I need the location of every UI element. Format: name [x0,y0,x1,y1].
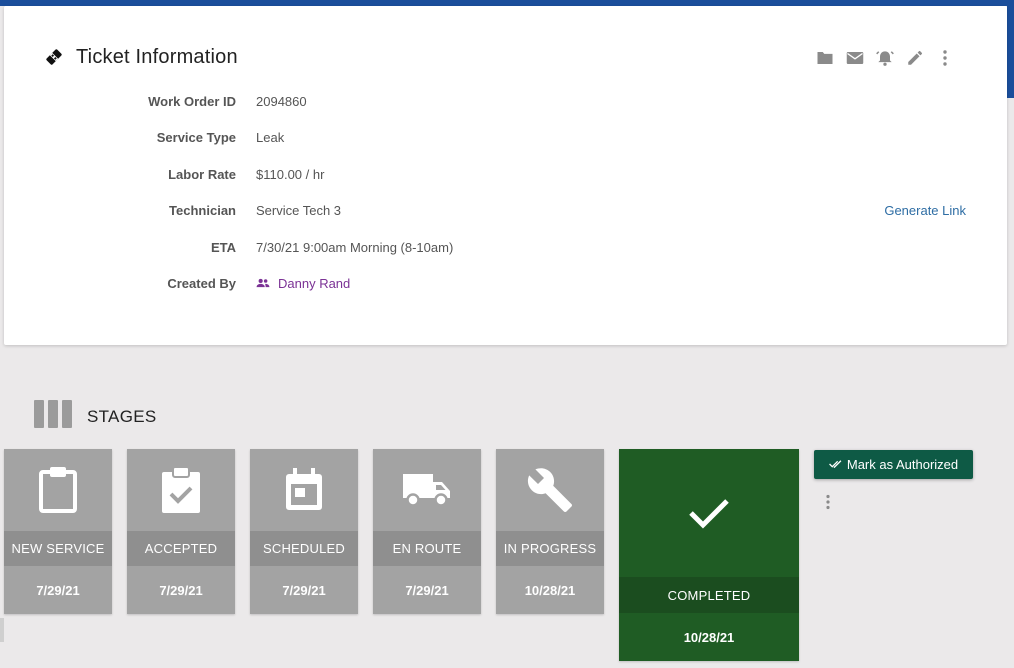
created-by-row: Created By Danny Rand [4,276,1007,296]
authorize-label: Mark as Authorized [846,457,959,472]
columns-icon [34,400,72,433]
eta-value: 7/30/21 9:00am Morning (8-10am) [256,240,454,255]
stage-in-progress[interactable]: IN PROGRESS 10/28/21 [496,449,604,614]
stage-label: COMPLETED [619,577,799,613]
technician-row: Technician Service Tech 3 Generate Link [4,203,1007,223]
eta-label: ETA [210,240,236,255]
scroll-edge [0,618,4,642]
stage-label: EN ROUTE [373,531,481,566]
service-type-value: Leak [256,130,285,145]
clipboard-check-icon [127,449,235,531]
stage-en-route[interactable]: EN ROUTE 7/29/21 [373,449,481,614]
work-order-row: Work Order ID 2094860 [4,94,1007,114]
folder-icon[interactable] [815,48,835,68]
pencil-icon[interactable] [905,48,925,68]
stages-title: STAGES [87,406,157,426]
labor-rate-label: Labor Rate [168,167,236,182]
truck-icon [373,449,481,531]
stage-label: NEW SERVICE [4,531,112,566]
wrench-icon [496,449,604,531]
mark-as-authorized-button[interactable]: Mark as Authorized [814,450,973,479]
technician-label: Technician [169,203,236,218]
created-by-link[interactable]: Danny Rand [256,276,350,291]
calendar-icon [250,449,358,531]
card-title: Ticket Information [76,45,238,68]
mail-icon[interactable] [845,48,865,68]
stage-menu-kebab-icon[interactable] [820,492,836,512]
technician-value: Service Tech 3 [256,203,342,218]
created-by-value: Danny Rand [278,276,351,291]
people-icon [256,276,270,291]
stage-date: 10/28/21 [683,629,735,645]
stage-completed[interactable]: COMPLETED 10/28/21 [619,449,799,661]
check-icon [619,449,799,577]
eta-row: ETA 7/30/21 9:00am Morning (8-10am) [4,240,1007,260]
service-type-label: Service Type [156,130,236,145]
card-toolbar [815,48,955,68]
kebab-icon[interactable] [935,48,955,68]
service-type-row: Service Type Leak [4,130,1007,150]
stage-date: 7/29/21 [282,582,326,598]
card-header: Ticket Information [44,44,238,70]
ticket-info-card: Ticket Information Work Order ID 2094860… [4,6,1007,345]
labor-rate-value: $110.00 / hr [256,167,325,182]
stage-scheduled[interactable]: SCHEDULED 7/29/21 [250,449,358,614]
stages-header: STAGES [34,400,157,433]
stage-label: ACCEPTED [127,531,235,566]
stage-date: 7/29/21 [405,582,449,598]
stage-date: 10/28/21 [524,582,576,598]
created-by-label: Created By [167,276,236,291]
clipboard-icon [4,449,112,531]
stage-date: 7/29/21 [159,582,203,598]
side-brand-strip [1007,6,1014,98]
stage-accepted[interactable]: ACCEPTED 7/29/21 [127,449,235,614]
stage-label: IN PROGRESS [496,531,604,566]
generate-link[interactable]: Generate Link [884,203,966,218]
work-order-value: 2094860 [256,94,307,109]
work-order-label: Work Order ID [148,94,236,109]
ticket-icon [44,47,64,67]
labor-rate-row: Labor Rate $110.00 / hr [4,167,1007,187]
stage-new-service[interactable]: NEW SERVICE 7/29/21 [4,449,112,614]
double-check-icon [828,457,842,472]
alarm-icon[interactable] [875,48,895,68]
stage-label: SCHEDULED [250,531,358,566]
stage-date: 7/29/21 [36,582,80,598]
